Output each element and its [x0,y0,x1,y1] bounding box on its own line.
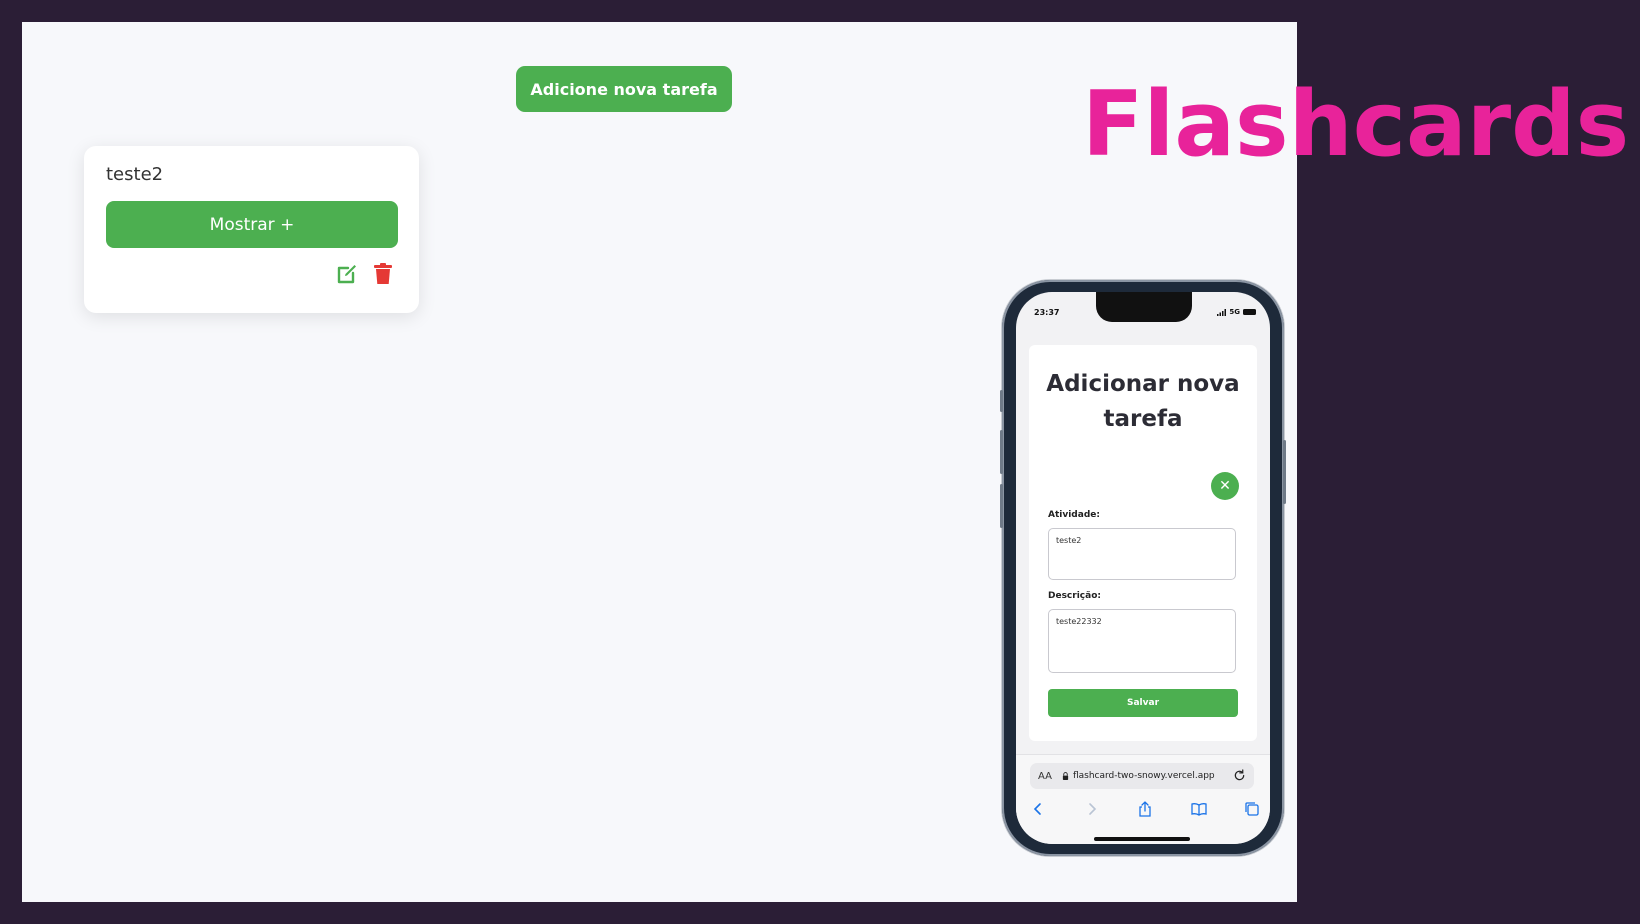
status-indicators: 5G [1217,308,1256,316]
task-card-title: teste2 [106,164,164,185]
text-size-button[interactable]: AA [1038,771,1052,782]
description-field[interactable]: teste22332 [1048,609,1236,673]
trash-icon[interactable] [371,262,395,286]
home-indicator [1094,837,1190,841]
signal-icon [1217,308,1227,316]
phone-volume-up [1000,430,1003,474]
phone-volume-down [1000,484,1003,528]
bookmarks-icon[interactable] [1190,801,1207,817]
description-label: Descrição: [1048,591,1101,601]
tabs-icon[interactable] [1244,801,1260,817]
lock-icon [1062,772,1069,780]
forward-icon[interactable] [1084,801,1100,817]
reload-icon[interactable] [1233,769,1246,782]
close-button[interactable]: ✕ [1211,472,1239,500]
phone-mute-switch [1000,390,1003,412]
phone-notch [1096,292,1192,322]
back-icon[interactable] [1030,801,1046,817]
battery-icon [1243,309,1256,315]
browser-nav-row [1030,797,1260,821]
activity-field[interactable]: teste2 [1048,528,1236,580]
flashcards-headline: Flashcards [1082,72,1630,177]
status-time: 23:37 [1034,308,1060,317]
modal-title: Adicionar nova tarefa [1046,371,1240,432]
url-bar[interactable]: AA flashcard-two-snowy.vercel.app [1030,763,1254,789]
phone-screen: 23:37 5G Adicionar nova tarefa ✕ Ativida… [1016,292,1270,844]
add-task-modal: Adicionar nova tarefa ✕ Atividade: teste… [1029,345,1257,741]
add-task-button[interactable]: Adicione nova tarefa [516,66,732,112]
url-text: flashcard-two-snowy.vercel.app [1072,771,1215,781]
phone-mockup: 23:37 5G Adicionar nova tarefa ✕ Ativida… [1000,280,1286,856]
network-label: 5G [1229,308,1240,316]
phone-power-button [1283,440,1286,504]
edit-icon[interactable] [335,262,359,286]
task-card: teste2 Mostrar + [84,146,419,313]
share-icon[interactable] [1137,801,1153,817]
activity-label: Atividade: [1048,510,1100,520]
browser-toolbar: AA flashcard-two-snowy.vercel.app [1016,754,1270,844]
card-actions [335,262,395,286]
save-button[interactable]: Salvar [1048,689,1238,717]
show-more-button[interactable]: Mostrar + [106,201,398,248]
